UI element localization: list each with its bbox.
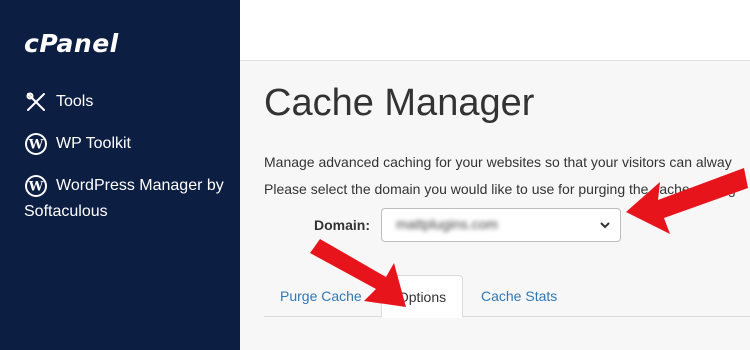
description-text: Manage advanced caching for your website… [264,154,732,170]
sidebar-item-wordpress-manager[interactable]: W WordPress Manager by Softaculous [24,173,224,225]
tab-cache-stats[interactable]: Cache Stats [465,275,573,317]
tab-options[interactable]: Options [381,275,463,318]
wordpress-icon: W [24,174,48,198]
cpanel-logo[interactable]: cPanel [24,29,119,58]
domain-label: Domain: [314,217,370,233]
sidebar-item-label: Tools [56,93,94,110]
domain-select[interactable]: mattplugins.com [381,208,621,242]
main-content: Cache Manager Manage advanced caching fo… [240,62,750,350]
svg-text:W: W [28,180,44,195]
sidebar-item-label: WP Toolkit [56,135,131,152]
domain-value: mattplugins.com [396,216,498,232]
wordpress-icon: W [24,132,48,156]
top-bar [240,0,750,61]
svg-text:W: W [28,137,44,152]
page-title: Cache Manager [264,82,535,124]
tab-purge-cache[interactable]: Purge Cache [264,275,378,317]
sidebar: cPanel Tools W WP Toolkit W WordPress Ma… [0,0,240,350]
sidebar-item-wp-toolkit[interactable]: W WP Toolkit [24,131,131,157]
tab-bar: Purge Cache Options Cache Stats [264,275,750,318]
sidebar-item-tools[interactable]: Tools [24,89,93,115]
tools-icon [24,90,48,114]
sidebar-item-label: WordPress Manager by Softaculous [24,177,224,221]
chevron-down-icon [598,218,612,232]
instruction-text: Please select the domain you would like … [264,181,736,197]
